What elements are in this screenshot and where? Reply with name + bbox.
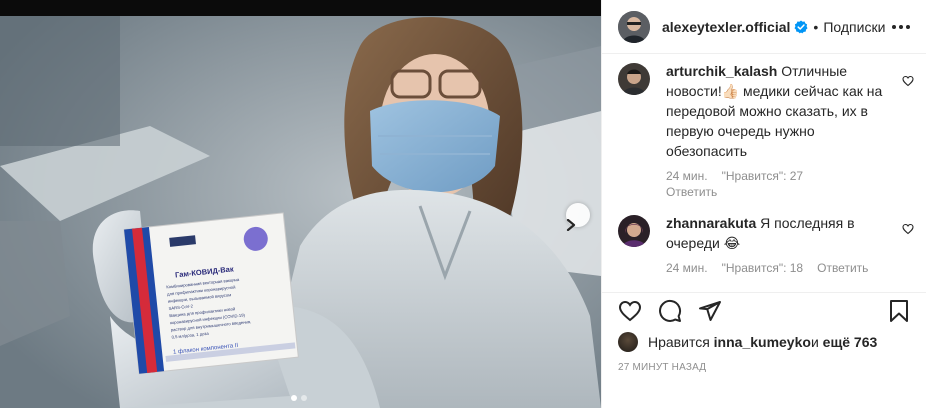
author-username[interactable]: alexeytexler.official <box>662 19 790 35</box>
person-avatar-icon <box>618 10 650 43</box>
like-button[interactable] <box>618 299 642 323</box>
laughing-emoji: 😂 <box>723 235 741 251</box>
comment-bubble-icon <box>659 299 682 322</box>
commenter-avatar[interactable] <box>618 63 650 95</box>
heart-icon <box>618 300 642 322</box>
likes-summary: Нравится inna_kumeyko и ещё 763 <box>618 332 877 352</box>
share-button[interactable] <box>698 299 722 323</box>
comment-username[interactable]: arturchik_kalash <box>666 63 777 79</box>
carousel-dot-active <box>291 395 297 401</box>
reply-button[interactable]: Ответить <box>817 261 868 275</box>
carousel-indicator <box>291 395 307 401</box>
likes-others-link[interactable]: ещё 763 <box>823 334 878 350</box>
comment-item: arturchik_kalash Отличные новости!👍🏻 мед… <box>618 61 918 201</box>
save-button[interactable] <box>887 299 911 323</box>
comment-meta-row2: Ответить <box>666 185 717 199</box>
comment-text: arturchik_kalash Отличные новости!👍🏻 мед… <box>666 61 896 161</box>
carousel-dot <box>301 395 307 401</box>
comment-likes[interactable]: "Нравится": 18 <box>722 261 804 275</box>
heart-icon[interactable] <box>902 75 914 87</box>
person-avatar-icon <box>618 215 650 247</box>
chevron-right-icon <box>566 219 576 231</box>
more-dot-icon <box>899 24 903 29</box>
author-avatar[interactable] <box>618 10 650 43</box>
likes-middle: и <box>810 334 819 350</box>
comment-meta: 24 мин. "Нравится": 27 <box>666 169 803 183</box>
thumbs-up-emoji: 👍🏻 <box>721 83 740 99</box>
image-top-bar <box>0 0 601 16</box>
likes-prefix: Нравится <box>648 334 710 350</box>
post-actions-bar <box>602 292 926 328</box>
commenter-avatar[interactable] <box>618 215 650 247</box>
vaccine-photo: Гам-КОВИД-Вак Комбинированная векторная … <box>0 16 601 408</box>
comment-likes[interactable]: "Нравится": 27 <box>722 169 804 183</box>
comment-button[interactable] <box>658 299 682 323</box>
post-side-panel: alexeytexler.official • Подписки arturch… <box>601 0 926 408</box>
reply-button[interactable]: Ответить <box>666 185 717 199</box>
more-dot-icon <box>906 24 910 29</box>
carousel-next-button[interactable] <box>566 203 590 231</box>
comment-time[interactable]: 24 мин. <box>666 169 708 183</box>
liker-username[interactable]: inna_kumeyko <box>714 334 811 350</box>
post-header: alexeytexler.official • Подписки <box>602 0 926 54</box>
following-button[interactable]: Подписки <box>823 19 885 35</box>
post-timestamp[interactable]: 27 МИНУТ НАЗАД <box>618 362 706 373</box>
comment-username[interactable]: zhannarakuta <box>666 215 756 231</box>
comments-list: arturchik_kalash Отличные новости!👍🏻 мед… <box>602 55 926 285</box>
more-dot-icon <box>892 24 896 29</box>
liker-avatar[interactable] <box>618 332 638 352</box>
bookmark-icon <box>890 300 908 322</box>
verified-badge-icon <box>794 20 808 34</box>
post-image[interactable]: Гам-КОВИД-Вак Комбинированная векторная … <box>0 0 601 408</box>
more-options-button[interactable] <box>890 21 912 33</box>
person-avatar-icon <box>618 63 650 95</box>
comment-item: zhannarakuta Я последняя в очереди 😂 24 … <box>618 213 918 285</box>
paper-plane-icon <box>699 301 721 321</box>
instagram-post-modal: Гам-КОВИД-Вак Комбинированная векторная … <box>0 0 926 408</box>
comment-text: zhannarakuta Я последняя в очереди 😂 <box>666 213 896 253</box>
comment-meta: 24 мин. "Нравится": 18 Ответить <box>666 261 868 275</box>
comment-time[interactable]: 24 мин. <box>666 261 708 275</box>
header-separator: • <box>813 18 819 35</box>
heart-icon[interactable] <box>902 223 914 235</box>
